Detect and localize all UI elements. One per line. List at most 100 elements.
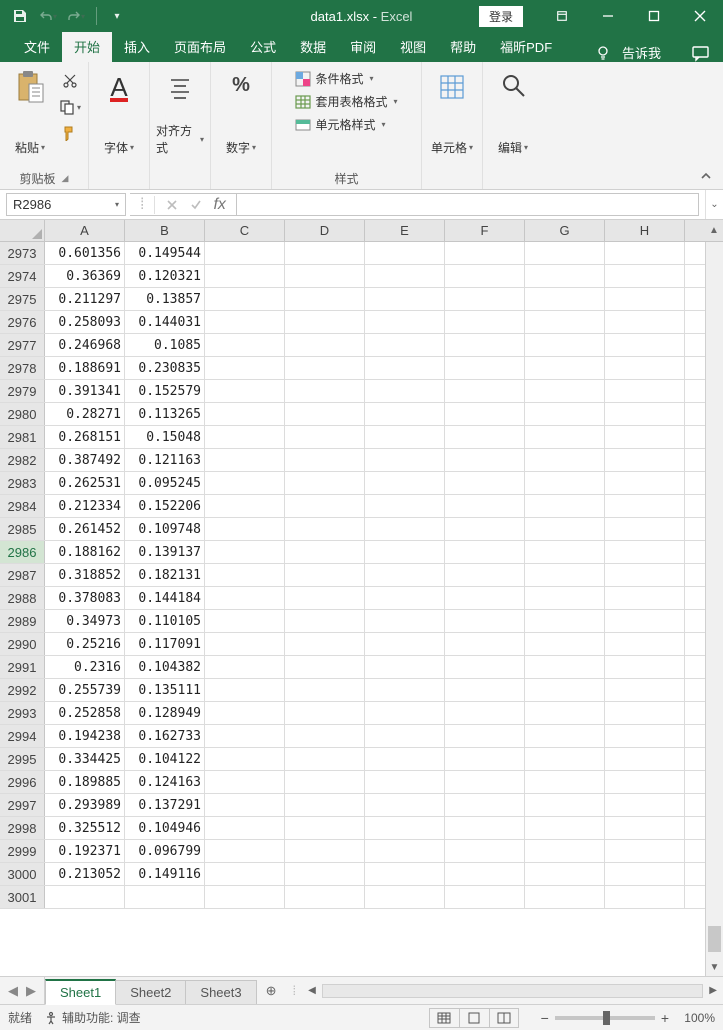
cell[interactable] (205, 863, 285, 885)
cell[interactable] (445, 725, 525, 747)
tell-me-label[interactable]: 告诉我 (622, 43, 661, 62)
cell[interactable] (365, 449, 445, 471)
cell[interactable] (285, 725, 365, 747)
cell[interactable]: 0.188691 (45, 357, 125, 379)
sheet-tab-Sheet3[interactable]: Sheet3 (185, 980, 256, 1004)
cell[interactable]: 0.293989 (45, 794, 125, 816)
cell[interactable]: 0.1085 (125, 334, 205, 356)
row-header[interactable]: 2982 (0, 449, 45, 471)
editing-button[interactable]: 编辑▾ (489, 66, 537, 156)
cell[interactable] (525, 380, 605, 402)
row-header[interactable]: 2983 (0, 472, 45, 494)
cell[interactable] (285, 886, 365, 908)
font-button[interactable]: A 字体▾ (95, 66, 143, 156)
paste-button[interactable]: 粘贴▾ (6, 66, 54, 156)
cell[interactable] (605, 840, 685, 862)
cell[interactable]: 0.120321 (125, 265, 205, 287)
cell[interactable] (365, 288, 445, 310)
cell[interactable]: 0.144031 (125, 311, 205, 333)
cell[interactable]: 0.334425 (45, 748, 125, 770)
cell[interactable] (285, 748, 365, 770)
cell[interactable] (285, 817, 365, 839)
cell[interactable] (285, 518, 365, 540)
cell[interactable] (445, 242, 525, 264)
cell[interactable] (285, 495, 365, 517)
cell[interactable] (365, 840, 445, 862)
cell[interactable] (525, 357, 605, 379)
cell[interactable] (365, 426, 445, 448)
qat-customize-icon[interactable]: ▾ (105, 4, 129, 28)
cell[interactable] (285, 794, 365, 816)
cell[interactable] (525, 334, 605, 356)
sheet-tab-Sheet1[interactable]: Sheet1 (45, 979, 116, 1005)
tab-开始[interactable]: 开始 (62, 31, 112, 62)
cell[interactable] (205, 288, 285, 310)
cell[interactable]: 0.13857 (125, 288, 205, 310)
row-header[interactable]: 2993 (0, 702, 45, 724)
cell[interactable] (285, 426, 365, 448)
cell[interactable]: 0.096799 (125, 840, 205, 862)
cancel-formula-icon[interactable] (165, 198, 179, 212)
cell[interactable] (285, 357, 365, 379)
row-header[interactable]: 2991 (0, 656, 45, 678)
column-header-A[interactable]: A (45, 220, 125, 241)
cell[interactable] (285, 863, 365, 885)
cell[interactable] (445, 748, 525, 770)
cell[interactable] (45, 886, 125, 908)
zoom-level[interactable]: 100% (675, 1011, 715, 1025)
save-icon[interactable] (8, 4, 32, 28)
row-header[interactable]: 2976 (0, 311, 45, 333)
cell[interactable]: 0.109748 (125, 518, 205, 540)
cell[interactable] (445, 265, 525, 287)
cell[interactable] (525, 656, 605, 678)
cell[interactable] (605, 265, 685, 287)
cell[interactable] (365, 817, 445, 839)
cell[interactable] (605, 702, 685, 724)
cell[interactable] (445, 679, 525, 701)
cell[interactable] (445, 472, 525, 494)
row-header[interactable]: 2974 (0, 265, 45, 287)
cell[interactable] (605, 541, 685, 563)
cell[interactable] (365, 794, 445, 816)
cell[interactable] (285, 472, 365, 494)
undo-icon[interactable]: ▾ (36, 4, 60, 28)
row-header[interactable]: 2975 (0, 288, 45, 310)
cell[interactable] (605, 426, 685, 448)
cell[interactable]: 0.162733 (125, 725, 205, 747)
row-header[interactable]: 2998 (0, 817, 45, 839)
cell[interactable] (605, 449, 685, 471)
cell[interactable] (285, 541, 365, 563)
expand-formula-bar-icon[interactable]: ⌄ (705, 190, 723, 219)
cell[interactable]: 0.15048 (125, 426, 205, 448)
cell[interactable]: 0.255739 (45, 679, 125, 701)
zoom-out-icon[interactable]: − (541, 1010, 549, 1026)
cell[interactable] (605, 518, 685, 540)
cell[interactable] (365, 564, 445, 586)
cell[interactable] (365, 679, 445, 701)
cell[interactable] (365, 403, 445, 425)
cell[interactable] (525, 771, 605, 793)
page-break-view-icon[interactable] (489, 1008, 519, 1028)
collapse-ribbon-icon[interactable] (699, 169, 713, 183)
cell[interactable] (285, 380, 365, 402)
cell[interactable]: 0.28271 (45, 403, 125, 425)
cell[interactable] (445, 403, 525, 425)
format-as-table-button[interactable]: 套用表格格式▾ (291, 91, 401, 112)
cell[interactable] (205, 334, 285, 356)
tab-福昕PDF[interactable]: 福昕PDF (488, 31, 564, 62)
cell[interactable] (285, 771, 365, 793)
cell[interactable] (285, 449, 365, 471)
cell[interactable] (365, 541, 445, 563)
row-header[interactable]: 2984 (0, 495, 45, 517)
zoom-in-icon[interactable]: + (661, 1010, 669, 1026)
conditional-formatting-button[interactable]: 条件格式▾ (291, 68, 401, 89)
row-header[interactable]: 2986 (0, 541, 45, 563)
minimize-icon[interactable] (585, 0, 631, 32)
cell[interactable] (605, 311, 685, 333)
row-header[interactable]: 2999 (0, 840, 45, 862)
row-header[interactable]: 2997 (0, 794, 45, 816)
row-header[interactable]: 2981 (0, 426, 45, 448)
cell[interactable] (365, 725, 445, 747)
cell[interactable]: 0.149116 (125, 863, 205, 885)
cell[interactable]: 0.182131 (125, 564, 205, 586)
